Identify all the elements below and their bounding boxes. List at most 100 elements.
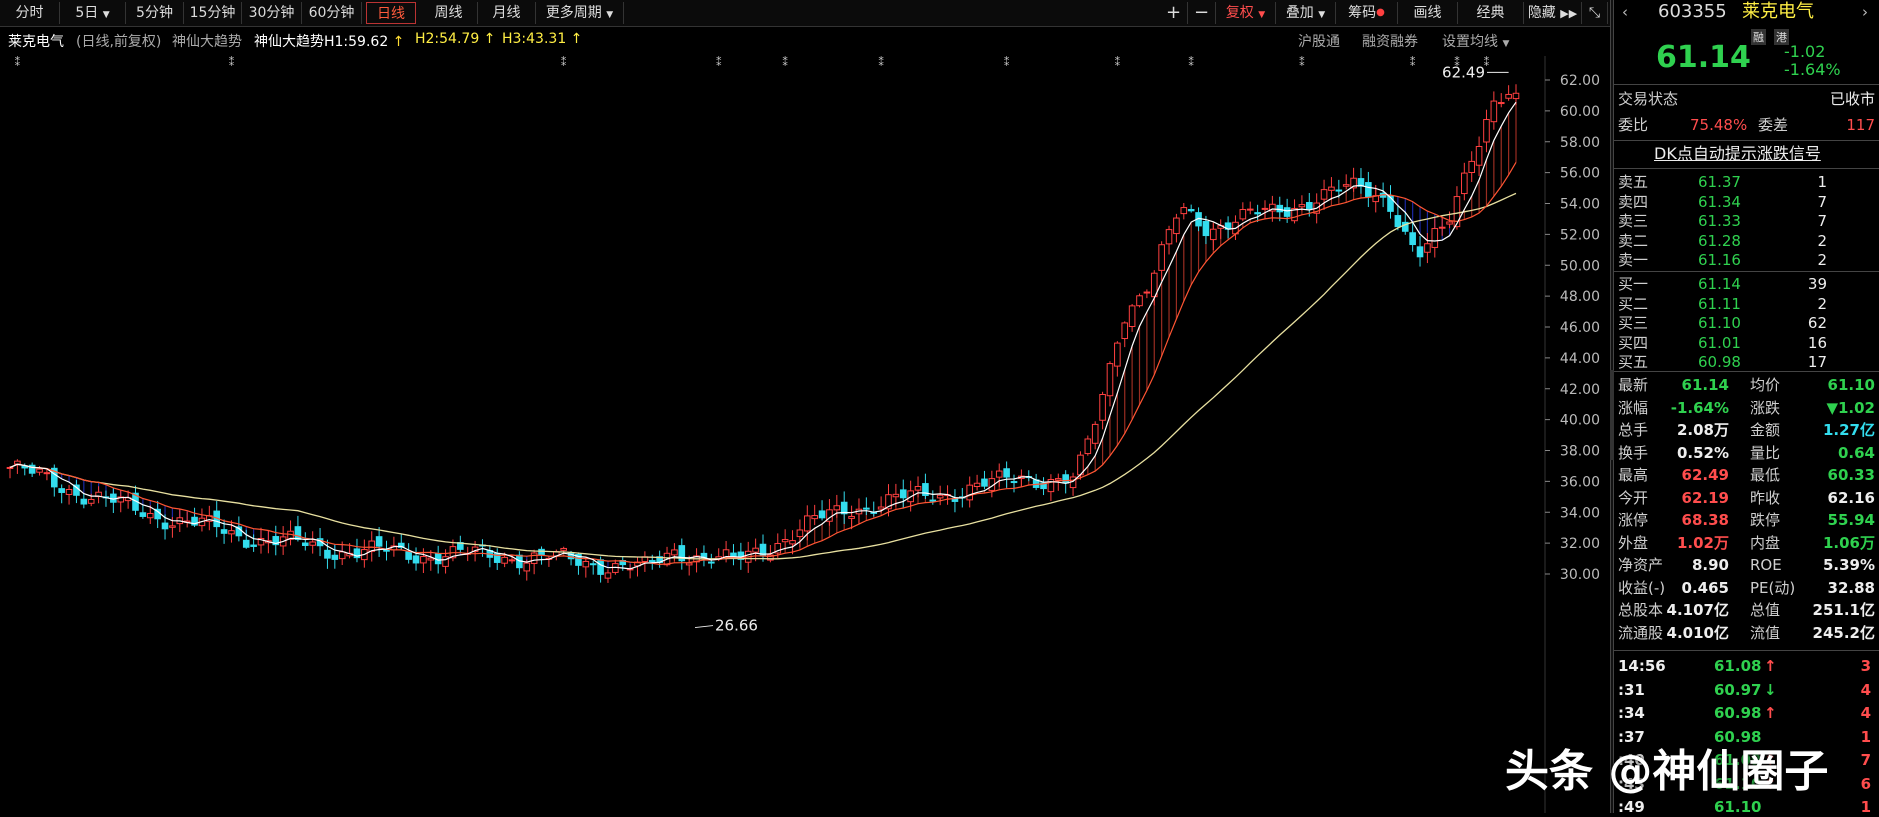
stock-code: 603355 [1658,1,1727,22]
tab-15min[interactable]: 15分钟 [184,2,242,24]
candle-body [796,529,804,538]
link-hgt[interactable]: 沪股通 [1298,31,1340,51]
y-tick-label: 36.00 [1560,474,1600,490]
event-marker-icon[interactable]: ⁑ [782,56,788,69]
indicator-name[interactable]: 神仙大趋势 [172,31,242,51]
candle-body [87,498,95,504]
fuquan-button[interactable]: 复权 ▼ [1216,2,1276,24]
tab-fenshi[interactable]: 分时 [0,2,60,24]
signal-link[interactable]: DK点自动提示涨跌信号 [1654,144,1821,164]
stat-value: 32.88 [1827,578,1875,597]
ask-label: 卖四 [1618,192,1649,211]
event-marker-icon[interactable]: ⁑ [878,56,884,69]
weicha-value: 117 [1846,116,1875,134]
zoom-out-button[interactable]: − [1188,2,1216,24]
candle-body [1342,184,1350,187]
tick-row: :49 61.10 1 [1614,797,1879,817]
stat-row: 收益(-) 0.465 PE(动) 32.88 [1614,578,1879,598]
candle-body [781,539,789,543]
candle-body [1254,212,1261,215]
candle-body [1173,217,1180,235]
bid-row: 买四 61.01 16 [1614,333,1879,353]
ask-row: 卖四 61.34 7 [1614,192,1879,212]
event-marker-icon[interactable]: ⁑ [561,56,567,69]
candle-body [242,539,250,548]
tick-volume: 4 [1860,680,1871,699]
event-marker-icon[interactable]: ⁑ [1115,56,1121,69]
candle-body [1143,291,1151,294]
overlay-button[interactable]: 叠加 ▼ [1276,2,1336,24]
link-ma-settings[interactable]: 设置均线 ▼ [1442,31,1509,51]
stat-value: 4.107亿 [1666,601,1729,619]
trade-state-label: 交易状态 [1618,90,1679,108]
event-marker-icon[interactable]: ⁑ [229,56,235,69]
signal-row[interactable]: DK点自动提示涨跌信号 [1614,144,1879,164]
classic-button[interactable]: 经典 [1458,2,1524,24]
ask-label: 卖二 [1618,231,1649,250]
tab-daily[interactable]: 日线 [366,2,416,24]
tab-5min[interactable]: 5分钟 [126,2,184,24]
tick-arrow-icon: ↑ [1764,657,1777,675]
candle-body [863,507,870,510]
tab-30min[interactable]: 30分钟 [242,2,302,24]
tab-5day[interactable]: 5日 ▼ [60,2,126,24]
event-marker-icon[interactable]: ⁑ [1410,56,1416,69]
chevron-down-icon: ▼ [1318,10,1326,20]
tick-volume: 1 [1860,727,1871,746]
hide-button[interactable]: 隐藏 ▶▶ [1524,2,1582,24]
chart-info-bar: 莱克电气 (日线,前复权) 神仙大趋势 神仙大趋势H1:59.62 ↑ H2:5… [0,26,1610,56]
candle-body [146,512,154,519]
stat-value: 8.90 [1691,556,1729,574]
weibi-label: 委比 [1618,116,1649,134]
y-tick-label: 62.00 [1560,73,1600,89]
event-marker-icon[interactable]: ⁑ [1004,56,1010,69]
candle-body [58,488,65,493]
stat-row: 外盘 1.02万 内盘 1.06万 [1614,533,1879,553]
arrow-up-icon: ↑ [479,31,496,47]
stat-value: 62.49 [1681,466,1729,484]
stat-label: 流值 [1750,623,1781,642]
tab-more-label: 更多周期 [545,5,602,21]
candle-body [405,551,412,560]
bid-row: 买一 61.14 39 [1614,274,1879,294]
candle-body [1483,119,1490,143]
candle-body [1114,342,1121,367]
chevron-down-icon: ▼ [102,10,110,20]
stat-label: 总股本 [1618,601,1664,619]
event-marker-icon[interactable]: ⁑ [1299,56,1305,69]
tab-more-periods[interactable]: 更多周期 ▼ [536,2,624,24]
candle-body [1320,189,1328,200]
link-margin[interactable]: 融资融券 [1362,31,1418,51]
candle-body [338,551,346,560]
zoom-in-button[interactable]: + [1160,2,1188,24]
candle-body [811,515,818,520]
notification-dot-icon: ● [1376,7,1385,18]
candle-body [324,549,331,559]
chips-button[interactable]: 筹码● [1336,2,1398,24]
event-marker-icon[interactable]: ⁑ [716,56,722,69]
y-tick-label: 54.00 [1560,197,1600,213]
chevron-left-icon[interactable]: ‹ [1622,2,1628,22]
candle-body [1246,208,1254,211]
ask-volume: 2 [1817,231,1827,250]
collapse-icon[interactable]: ⤡ [1582,2,1608,24]
event-marker-icon[interactable]: ⁑ [1188,56,1194,69]
tick-row: 14:56 61.08 ↑ 3 [1614,656,1879,676]
tab-monthly[interactable]: 月线 [478,2,536,24]
candle-body [1276,204,1284,213]
candle-body [220,529,228,534]
y-tick-label: 58.00 [1560,135,1600,151]
candle-body [43,472,51,475]
event-marker-icon[interactable]: ⁑ [15,56,21,69]
candle-body [169,525,176,528]
tab-weekly[interactable]: 周线 [420,2,478,24]
ask-row: 卖一 61.16 2 [1614,250,1879,270]
kline-chart[interactable]: 62.00 60.00 58.00 56.00 54.00 52.00 50.00 48.00… [0,56,1610,813]
draw-button[interactable]: 画线 [1398,2,1458,24]
high-price-label: 62.49 [1442,63,1485,81]
stat-value: 1.06万 [1822,533,1875,552]
chevron-right-icon[interactable]: › [1862,2,1868,22]
kline-svg[interactable]: 62.00 60.00 58.00 56.00 54.00 52.00 50.00 48.00… [0,56,1610,813]
tab-60min[interactable]: 60分钟 [302,2,362,24]
stat-label: 最新 [1618,376,1649,394]
